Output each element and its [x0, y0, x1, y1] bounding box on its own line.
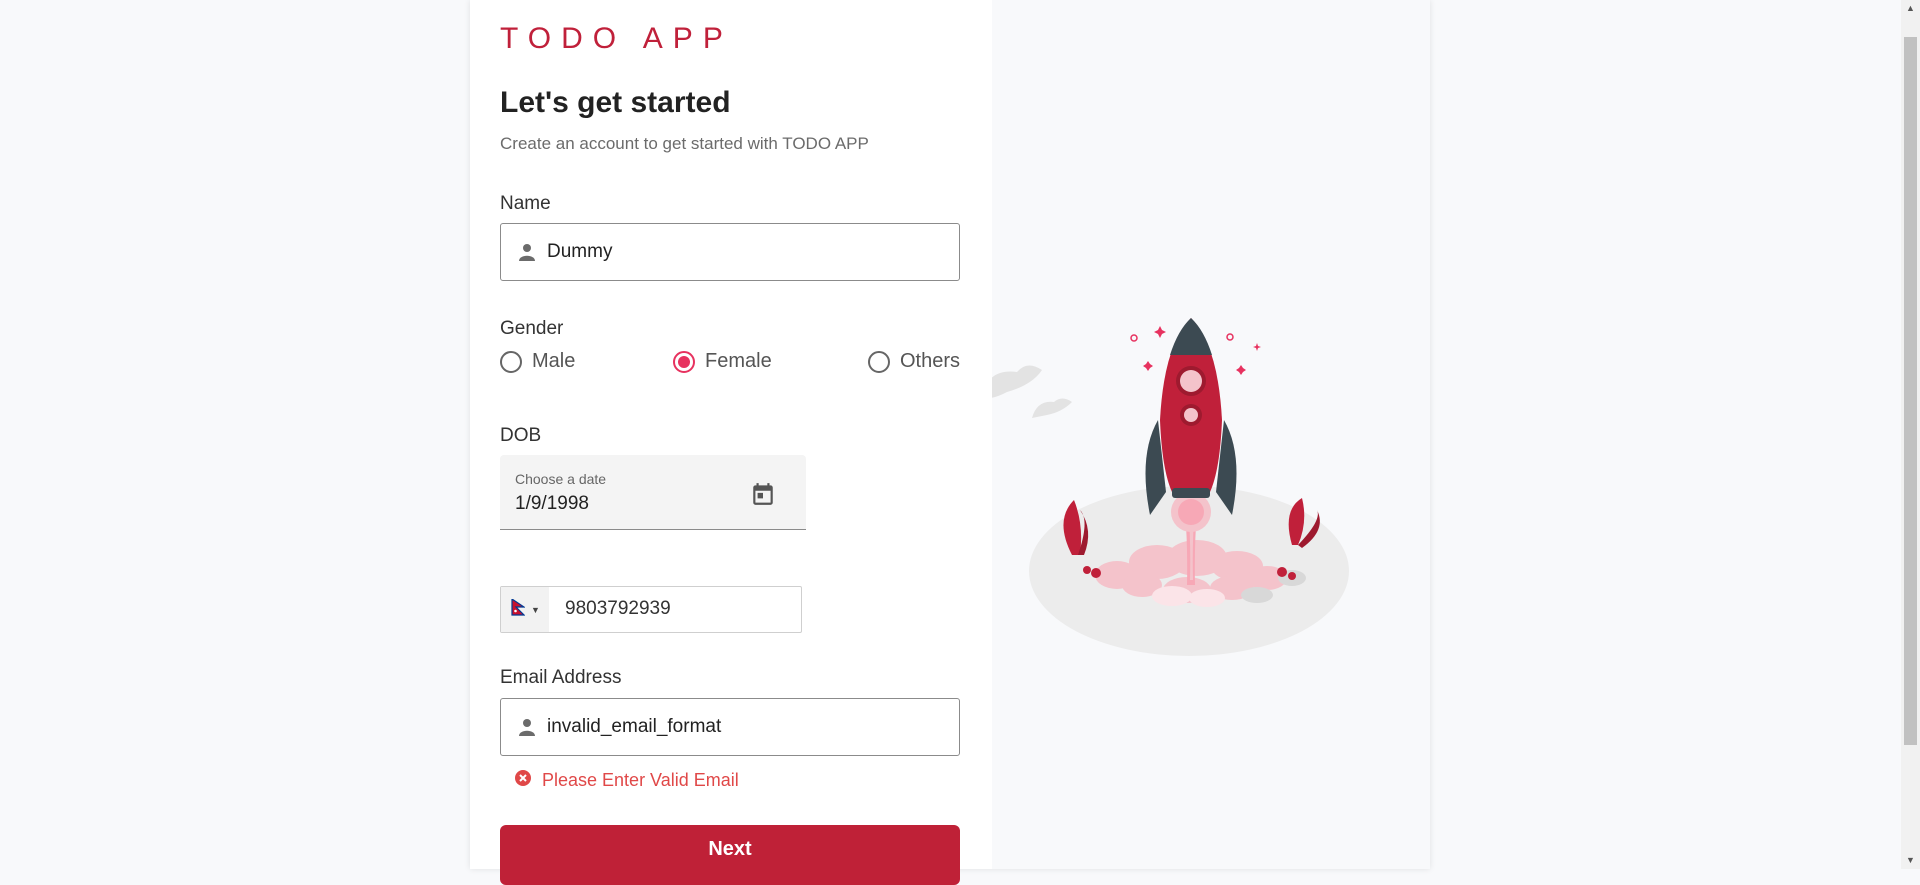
illustration-panel — [982, 0, 1430, 869]
scroll-down-arrow-icon[interactable]: ▼ — [1901, 852, 1920, 869]
gender-option-male[interactable]: Male — [500, 350, 575, 373]
email-value: invalid_email_format — [547, 716, 722, 737]
signup-card: TODO APP Let's get started Create an acc… — [470, 0, 1430, 885]
page-title: Let's get started — [500, 86, 731, 119]
form-panel: TODO APP Let's get started Create an acc… — [470, 0, 992, 885]
email-error: Please Enter Valid Email — [514, 769, 739, 792]
next-button[interactable]: Next — [500, 825, 960, 885]
dob-date-field[interactable]: Choose a date 1/9/1998 — [500, 455, 806, 530]
dob-label: DOB — [500, 425, 542, 446]
radio-label: Male — [532, 350, 576, 372]
brand-logo: TODO APP — [500, 22, 733, 55]
error-icon — [514, 769, 532, 792]
name-label: Name — [500, 193, 551, 214]
gender-option-female[interactable]: Female — [673, 350, 772, 373]
radio-circle-selected — [673, 350, 695, 373]
date-field-value: 1/9/1998 — [515, 493, 589, 514]
scrollbar-thumb[interactable] — [1904, 37, 1917, 745]
phone-input[interactable]: ▼ 9803792939 — [500, 586, 802, 633]
name-value: Dummy — [547, 241, 613, 262]
caret-down-icon: ▼ — [531, 604, 540, 615]
email-field[interactable]: invalid_email_format — [500, 698, 960, 756]
rocket-launch-illustration — [982, 318, 1349, 656]
radio-dot — [678, 355, 690, 368]
date-field-label: Choose a date — [515, 471, 607, 487]
page-scrollbar[interactable]: ▲ ▼ — [1901, 0, 1920, 869]
page-subtitle: Create an account to get started with TO… — [500, 134, 869, 153]
gender-radio-group: Male Female Others — [500, 350, 962, 380]
calendar-icon[interactable] — [750, 481, 776, 512]
person-icon — [519, 717, 537, 737]
radio-circle — [500, 350, 522, 373]
radio-label: Others — [900, 350, 961, 372]
person-icon — [519, 242, 537, 262]
gender-option-others[interactable]: Others — [868, 350, 960, 373]
error-message: Please Enter Valid Email — [542, 770, 739, 790]
name-field[interactable]: Dummy — [500, 223, 960, 281]
nepal-flag-icon — [511, 597, 526, 621]
radio-label: Female — [705, 350, 772, 372]
radio-circle — [868, 350, 890, 373]
country-selector[interactable]: ▼ — [501, 587, 549, 632]
gender-label: Gender — [500, 318, 564, 339]
scroll-up-arrow-icon[interactable]: ▲ — [1901, 0, 1920, 17]
email-label: Email Address — [500, 667, 622, 688]
phone-value: 9803792939 — [565, 598, 671, 619]
